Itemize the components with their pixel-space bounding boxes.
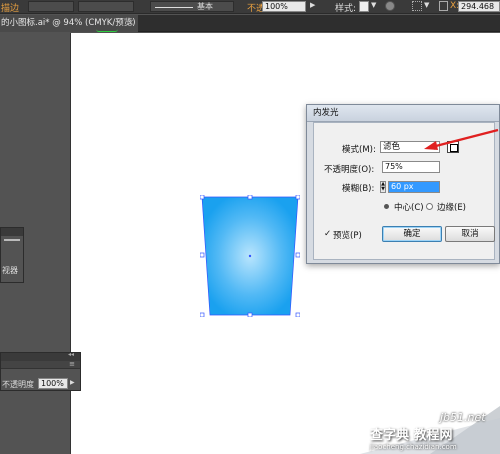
panel-opacity-field[interactable]: 100%: [38, 378, 68, 389]
panel-header[interactable]: [1, 228, 23, 236]
mode-value: 滤色: [383, 142, 401, 152]
blur-input[interactable]: 60 px: [388, 181, 440, 193]
stroke-style-select[interactable]: 基本: [150, 1, 234, 12]
blur-label: 模糊(B):: [342, 184, 375, 194]
cup-shape: [199, 194, 301, 318]
cancel-button[interactable]: 取消: [445, 226, 495, 242]
blur-value: 60 px: [391, 182, 414, 191]
panel-opacity-dropdown-icon[interactable]: ▶: [70, 379, 75, 386]
stroke-style-label: 基本: [197, 2, 213, 11]
center-label: 中心(C): [394, 203, 424, 213]
watermark-url: jiaocheng.chazidian.com: [370, 443, 457, 451]
align-icon[interactable]: [412, 1, 422, 11]
panel-menu-icon[interactable]: ≡: [69, 360, 75, 368]
watermark-brand: 查字典 教程网: [370, 428, 453, 443]
center-radio[interactable]: [384, 204, 389, 209]
mode-label: 模式(M):: [342, 145, 376, 155]
opacity-value: 75%: [385, 162, 403, 171]
close-tab-icon[interactable]: ×: [127, 15, 134, 32]
x-coord-value: 294.468: [461, 2, 495, 11]
recolor-icon[interactable]: [385, 1, 395, 11]
tab-underline-mark: [96, 29, 118, 32]
document-tab-title: 的小图标.ai* @ 94% (CMYK/预览): [1, 18, 136, 28]
transparency-panel: ◂◂ ≡ 不透明度 100% ▶: [0, 351, 81, 391]
panel-menu-icon[interactable]: [4, 239, 20, 241]
reference-point-icon[interactable]: [439, 1, 448, 11]
preview-checkbox[interactable]: ✓: [324, 229, 331, 239]
style-swatch[interactable]: [359, 1, 369, 12]
panel-label: 视器: [2, 266, 18, 275]
control-bar: 描边 基本 不透明度 100% ▶ 样式: ▼ ▼ X: 294.468: [0, 0, 500, 14]
x-coord-field[interactable]: 294.468: [458, 1, 500, 12]
style-dropdown-icon[interactable]: ▼: [371, 1, 376, 9]
preview-label: 预览(P): [333, 231, 362, 241]
stroke-weight-field[interactable]: [28, 1, 74, 12]
opacity-dropdown-icon[interactable]: ▶: [310, 1, 315, 9]
stroke-line-icon: [155, 7, 193, 8]
opacity-field[interactable]: 100%: [262, 1, 306, 12]
style-label: 样式:: [335, 4, 357, 14]
ok-button[interactable]: 确定: [382, 226, 442, 242]
variable-width-field[interactable]: [78, 1, 134, 12]
align-dropdown-icon[interactable]: ▼: [424, 1, 429, 9]
blur-stepper[interactable]: ▲ ▼: [380, 181, 386, 193]
opacity-value: 100%: [265, 2, 288, 11]
collapse-icon[interactable]: ◂◂: [68, 351, 74, 358]
stroke-label[interactable]: 描边: [1, 1, 19, 14]
watermark-site: jb51.net: [440, 411, 486, 424]
opacity-input[interactable]: 75%: [382, 161, 440, 173]
edge-label: 边缘(E): [437, 203, 467, 213]
panel-tab-strip: ≡: [1, 360, 80, 369]
collapsed-panel: 视器: [0, 227, 24, 283]
panel-opacity-value: 100%: [41, 379, 64, 388]
edge-radio[interactable]: [426, 203, 433, 210]
annotation-arrow-icon: [424, 128, 499, 150]
dialog-title[interactable]: 内发光: [307, 105, 499, 122]
selected-shape[interactable]: [199, 194, 301, 318]
panel-opacity-label: 不透明度: [2, 380, 34, 389]
opacity-label: 不透明度(O):: [324, 165, 375, 175]
